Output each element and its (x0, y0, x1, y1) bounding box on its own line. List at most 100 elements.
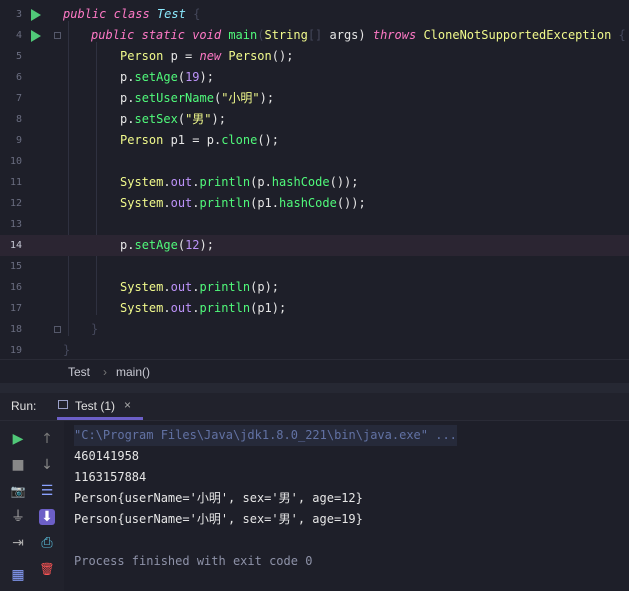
code-line-16[interactable]: 16 System.out.println(p); (0, 277, 629, 298)
panel-divider[interactable] (0, 383, 629, 393)
scroll-to-end-icon[interactable]: ⬇ (39, 509, 55, 525)
line-number: 9 (15, 135, 22, 146)
console-exit-message: Process finished with exit code 0 (74, 554, 313, 568)
type-name: System (120, 196, 164, 210)
code-line-9[interactable]: 9 Person p1 = p.clone(); (0, 130, 629, 151)
run-gutter-icon[interactable] (31, 30, 41, 42)
dot: . (163, 196, 171, 210)
paren: ); (199, 238, 214, 252)
string-literal: "男" (185, 112, 212, 126)
line-number: 14 (9, 240, 22, 251)
run-tab-label: Test (1) (75, 399, 116, 413)
code-line-11[interactable]: 11 System.out.println(p.hashCode()); (0, 172, 629, 193)
field-name: out (170, 280, 193, 294)
line-number: 12 (9, 198, 22, 209)
code-line-10[interactable]: 10 (0, 151, 629, 172)
param: args) (322, 28, 373, 42)
fold-icon[interactable] (54, 326, 61, 333)
line-number: 10 (9, 156, 22, 167)
console-output-line: 1163157884 (74, 470, 147, 484)
fold-icon[interactable] (54, 32, 61, 39)
camera-icon[interactable]: 📷 (10, 483, 26, 499)
line-number: 13 (9, 219, 22, 230)
breadcrumb: Test › main() (0, 359, 629, 384)
number-literal: 19 (185, 70, 200, 84)
method-name: setAge (134, 70, 178, 84)
exit-icon[interactable]: ⇥ (10, 535, 26, 551)
paren: ()); (336, 196, 366, 210)
type-name: Person (120, 133, 164, 147)
code-line-19[interactable]: 19 } (0, 340, 629, 359)
type-name: Person (120, 49, 164, 63)
keyword: public (63, 7, 107, 21)
keyword: void (192, 28, 222, 42)
variable: p (257, 280, 265, 294)
rerun-icon[interactable]: ▶ (10, 431, 26, 447)
run-tab-test[interactable]: Test (1) × (57, 393, 143, 420)
code-text: p = (163, 49, 200, 63)
keyword: new (199, 49, 222, 63)
code-text: p1 = (163, 133, 207, 147)
scroll-down-icon[interactable]: ↓ (39, 457, 55, 473)
method-name: main (228, 28, 258, 42)
method-name: setAge (134, 238, 178, 252)
dot: . (163, 301, 171, 315)
variable: p1 (257, 196, 272, 210)
method-name: println (199, 175, 251, 189)
console-command-line: "C:\Program Files\Java\jdk1.8.0_221\bin\… (74, 425, 457, 446)
code-line-7[interactable]: 7 p.setUserName("小明"); (0, 88, 629, 109)
method-name: println (199, 280, 251, 294)
method-name: println (199, 196, 251, 210)
code-line-3[interactable]: 3 public class Test { (0, 4, 629, 25)
paren: ); (264, 280, 280, 294)
console-output-line: Person{userName='小明', sex='男', age=12} (74, 491, 363, 505)
code-line-5[interactable]: 5 Person p = new Person(); (0, 46, 629, 67)
line-number: 15 (9, 261, 22, 272)
breadcrumb-item-test[interactable]: Test (68, 365, 90, 379)
paren: ); (271, 301, 287, 315)
trash-icon[interactable]: 🗑 (39, 561, 55, 577)
run-gutter-icon[interactable] (31, 9, 41, 21)
soft-wrap-icon[interactable]: ☰ (39, 483, 55, 499)
run-panel-header: Run: Test (1) × (0, 393, 629, 421)
code-line-13[interactable]: 13 (0, 214, 629, 235)
run-toolbar: ▶ ↑ ■ ↓ 📷 ☰ ⏚ ⬇ ⇥ ⎙ ▦ 🗑 (0, 421, 64, 591)
brace: { (185, 7, 201, 21)
keyword: static (141, 28, 185, 42)
keyword: class (113, 7, 150, 21)
code-line-12[interactable]: 12 System.out.println(p1.hashCode()); (0, 193, 629, 214)
code-editor[interactable]: 3 public class Test { 4 public static vo… (0, 0, 629, 359)
code-line-18[interactable]: 18 } (0, 319, 629, 340)
scroll-up-icon[interactable]: ↑ (39, 431, 55, 447)
paren: ( (177, 238, 186, 252)
run-console[interactable]: ▶ ↑ ■ ↓ 📷 ☰ ⏚ ⬇ ⇥ ⎙ ▦ 🗑 "C:\Program File… (0, 421, 629, 591)
line-number: 6 (15, 72, 22, 83)
brackets: [] (307, 28, 323, 42)
paren: ( (177, 112, 186, 126)
method-name: println (199, 301, 251, 315)
code-line-14-current[interactable]: 14 p.setAge(12); (0, 235, 629, 256)
code-line-17[interactable]: 17 System.out.println(p1); (0, 298, 629, 319)
brace: } (63, 343, 71, 357)
layout-icon[interactable]: ▦ (10, 567, 26, 583)
paren: ); (211, 112, 226, 126)
line-number: 11 (9, 177, 22, 188)
plug-icon[interactable]: ⏚ (10, 509, 26, 525)
brace: } (91, 322, 99, 336)
code-line-15[interactable]: 15 (0, 256, 629, 277)
dot: . (192, 280, 200, 294)
type-name: Person (228, 49, 272, 63)
print-icon[interactable]: ⎙ (39, 535, 55, 551)
type-name: String (264, 28, 308, 42)
code-line-4[interactable]: 4 public static void main(String[] args)… (0, 25, 629, 46)
method-name: clone (221, 133, 258, 147)
code-line-6[interactable]: 6 p.setAge(19); (0, 67, 629, 88)
console-tab-icon (58, 400, 68, 409)
close-tab-icon[interactable]: × (124, 398, 131, 412)
dot: . (163, 175, 171, 189)
stop-icon[interactable]: ■ (10, 457, 26, 473)
field-name: out (170, 196, 193, 210)
line-number: 19 (9, 345, 22, 356)
code-line-8[interactable]: 8 p.setSex("男"); (0, 109, 629, 130)
breadcrumb-item-main[interactable]: main() (116, 365, 150, 379)
